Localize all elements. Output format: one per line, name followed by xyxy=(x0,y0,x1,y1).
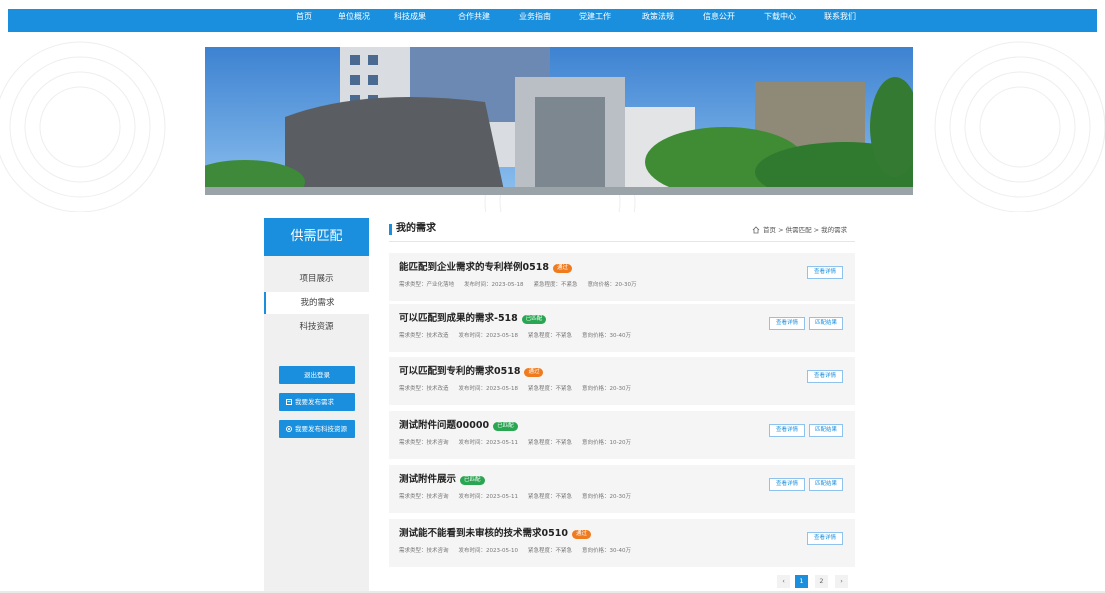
nav-item-0[interactable]: 首页 xyxy=(285,9,325,25)
sidebar-item-tech-resources[interactable]: 科技资源 xyxy=(264,316,369,338)
publish-resource-label: 我要发布科技资源 xyxy=(295,425,347,433)
demand-meta: 需求类型：技术改造 发布时间：2023-05-18 紧急程度：不紧急 意向价格：20-… xyxy=(399,384,641,394)
view-details-button[interactable]: 查看详情 xyxy=(769,478,805,491)
page-1-button[interactable]: 1 xyxy=(795,575,808,588)
top-navbar: 首页 单位概况 科技成果 合作共建 业务指南 党建工作 政策法规 信息公开 下载中心 联系我们 xyxy=(8,9,1097,32)
view-details-button[interactable]: 查看详情 xyxy=(807,532,843,545)
view-details-button[interactable]: 查看详情 xyxy=(769,317,805,330)
home-icon xyxy=(752,226,760,234)
demand-title-row: 可以匹配到专利的需求0518 通过 xyxy=(399,365,544,379)
demand-card: 可以匹配到专利的需求0518 通过需求类型：技术改造 发布时间：2023-05-18… xyxy=(389,357,855,405)
meta-date: 发布时间：2023-05-18 xyxy=(464,282,524,288)
nav-item-5[interactable]: 党建工作 xyxy=(568,9,629,25)
status-badge: 通过 xyxy=(524,368,544,377)
nav-item-6[interactable]: 政策法规 xyxy=(631,9,690,25)
demand-card: 可以匹配到成果的需求-518 已匹配需求类型：技术改造 发布时间：2023-05-1… xyxy=(389,304,855,352)
meta-urgency: 紧急程度：不紧急 xyxy=(527,333,572,339)
publish-demand-label: 我要发布需求 xyxy=(295,398,334,406)
demand-title[interactable]: 可以匹配到成果的需求-518 xyxy=(399,313,518,324)
title-divider xyxy=(389,241,855,242)
meta-urgency: 紧急程度：不紧急 xyxy=(527,440,572,446)
demand-card: 测试能不能看到未审核的技术需求0510 通过需求类型：技术咨询 发布时间：2023-… xyxy=(389,519,855,567)
demand-card: 测试附件问题00000 已匹配需求类型：技术咨询 发布时间：2023-05-11 紧急… xyxy=(389,411,855,459)
status-badge: 通过 xyxy=(552,264,572,273)
status-badge: 已匹配 xyxy=(521,315,547,324)
demand-card: 能匹配到企业需求的专利样例0518 通过需求类型：产业化落地 发布时间：2023-0… xyxy=(389,253,855,301)
demand-card: 测试附件展示 已匹配需求类型：技术咨询 发布时间：2023-05-11 紧急程度：不紧… xyxy=(389,465,855,513)
nav-item-3[interactable]: 合作共建 xyxy=(447,9,506,25)
status-badge: 已匹配 xyxy=(460,476,485,485)
meta-urgency: 紧急程度：不紧急 xyxy=(527,548,572,554)
nav-item-1[interactable]: 单位概况 xyxy=(327,9,381,25)
meta-urgency: 紧急程度：不紧急 xyxy=(533,282,578,288)
status-badge: 已匹配 xyxy=(493,422,518,431)
nav-item-8[interactable]: 下载中心 xyxy=(753,9,811,25)
view-details-button[interactable]: 查看详情 xyxy=(769,424,805,437)
demand-meta: 需求类型：技术咨询 发布时间：2023-05-10 紧急程度：不紧急 意向价格：30-… xyxy=(399,546,641,556)
breadcrumb-text[interactable]: 首页 > 供需匹配 > 我的需求 xyxy=(763,224,847,236)
meta-price: 意向价格：30-40万 xyxy=(582,548,631,554)
meta-type: 需求类型：技术咨询 xyxy=(399,548,449,554)
meta-date: 发布时间：2023-05-11 xyxy=(458,494,518,500)
nav-menu: 首页 单位概况 科技成果 合作共建 业务指南 党建工作 政策法规 信息公开 下载中心 联系我们 xyxy=(285,9,875,32)
sidebar-item-project-showcase[interactable]: 项目展示 xyxy=(264,268,369,290)
demand-meta: 需求类型：产业化落地 发布时间：2023-05-18 紧急程度：不紧急 意向价格：20… xyxy=(399,280,646,290)
meta-urgency: 紧急程度：不紧急 xyxy=(527,494,572,500)
sidebar-item-my-demands[interactable]: 我的需求 xyxy=(264,292,369,314)
prev-page-button[interactable]: ‹ xyxy=(777,575,790,588)
meta-urgency: 紧急程度：不紧急 xyxy=(527,386,572,392)
sidebar: 供需匹配 项目展示 我的需求 科技资源 退出登录 我要发布需求 我要发布科技资源 xyxy=(264,218,369,593)
demand-title-row: 测试附件展示 已匹配 xyxy=(399,473,485,487)
next-page-button[interactable]: › xyxy=(835,575,848,588)
demand-title-row: 测试能不能看到未审核的技术需求0510 通过 xyxy=(399,527,591,541)
title-accent-bar xyxy=(389,224,392,235)
meta-date: 发布时间：2023-05-10 xyxy=(458,548,518,554)
status-badge: 通过 xyxy=(571,530,591,539)
demand-meta: 需求类型：技术改造 发布时间：2023-05-18 紧急程度：不紧急 意向价格：30-… xyxy=(399,331,641,341)
view-details-button[interactable]: 查看详情 xyxy=(807,266,843,279)
publish-demand-button[interactable]: 我要发布需求 xyxy=(279,393,355,411)
meta-type: 需求类型：技术咨询 xyxy=(399,440,449,446)
logout-button[interactable]: 退出登录 xyxy=(279,366,355,384)
resource-icon xyxy=(286,426,292,432)
meta-type: 需求类型：技术改造 xyxy=(399,386,449,392)
page-title: 我的需求 xyxy=(396,223,436,234)
meta-type: 需求类型：产业化落地 xyxy=(399,282,455,288)
view-details-button[interactable]: 查看详情 xyxy=(807,370,843,383)
demand-meta: 需求类型：技术咨询 发布时间：2023-05-11 紧急程度：不紧急 意向价格：20-… xyxy=(399,492,641,502)
demand-title[interactable]: 测试附件展示 xyxy=(399,474,456,485)
nav-item-7[interactable]: 信息公开 xyxy=(692,9,751,25)
meta-price: 意向价格：30-40万 xyxy=(582,333,631,339)
page-2-button[interactable]: 2 xyxy=(815,575,828,588)
banner-image xyxy=(205,47,913,195)
meta-type: 需求类型：技术咨询 xyxy=(399,494,449,500)
meta-price: 意向价格：20-30万 xyxy=(587,282,637,288)
demand-title-row: 可以匹配到成果的需求-518 已匹配 xyxy=(399,312,547,326)
demand-title[interactable]: 可以匹配到专利的需求0518 xyxy=(399,366,520,377)
meta-date: 发布时间：2023-05-11 xyxy=(458,440,518,446)
demand-title[interactable]: 测试附件问题00000 xyxy=(399,420,489,431)
nav-item-2[interactable]: 科技成果 xyxy=(383,9,445,25)
demand-title-row: 能匹配到企业需求的专利样例0518 通过 xyxy=(399,261,572,275)
demand-title[interactable]: 能匹配到企业需求的专利样例0518 xyxy=(399,262,549,273)
publish-resource-button[interactable]: 我要发布科技资源 xyxy=(279,420,355,438)
nav-item-4[interactable]: 业务指南 xyxy=(508,9,566,25)
meta-price: 意向价格：20-30万 xyxy=(582,494,631,500)
sidebar-title: 供需匹配 xyxy=(264,218,369,256)
demand-meta: 需求类型：技术咨询 发布时间：2023-05-11 紧急程度：不紧急 意向价格：10-… xyxy=(399,438,641,448)
meta-date: 发布时间：2023-05-18 xyxy=(458,333,518,339)
meta-date: 发布时间：2023-05-18 xyxy=(458,386,518,392)
logout-label: 退出登录 xyxy=(304,371,330,379)
breadcrumb: 首页 > 供需匹配 > 我的需求 xyxy=(752,224,847,236)
document-icon xyxy=(286,399,292,405)
match-results-button[interactable]: 匹配结果 xyxy=(809,478,843,491)
nav-item-9[interactable]: 联系我们 xyxy=(813,9,873,25)
meta-type: 需求类型：技术改造 xyxy=(399,333,449,339)
demand-title[interactable]: 测试能不能看到未审核的技术需求0510 xyxy=(399,528,568,539)
demand-title-row: 测试附件问题00000 已匹配 xyxy=(399,419,518,433)
match-results-button[interactable]: 匹配结果 xyxy=(809,317,843,330)
match-results-button[interactable]: 匹配结果 xyxy=(809,424,843,437)
meta-price: 意向价格：20-30万 xyxy=(582,386,631,392)
meta-price: 意向价格：10-20万 xyxy=(582,440,631,446)
